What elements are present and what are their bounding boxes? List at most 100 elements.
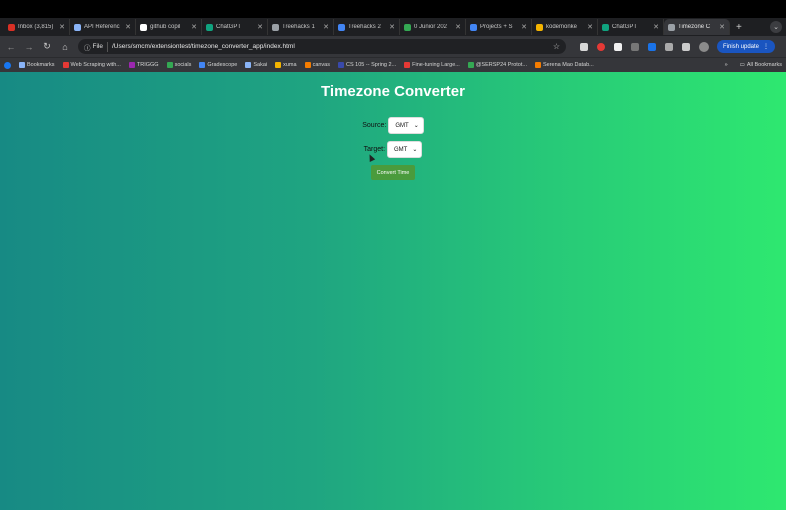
- folder-icon: ▭: [739, 62, 745, 68]
- bookmark-favicon-icon: [338, 62, 344, 68]
- chevron-down-icon: ⌄: [413, 123, 419, 129]
- all-bookmarks-button[interactable]: ▭ All Bookmarks: [740, 62, 782, 68]
- close-icon[interactable]: ✕: [59, 23, 65, 31]
- convert-time-button[interactable]: Convert Time: [371, 165, 415, 180]
- tab-title: Treehacks 2: [348, 24, 381, 30]
- new-tab-button[interactable]: +: [736, 22, 742, 33]
- more-bookmarks-icon[interactable]: »: [725, 62, 728, 68]
- scheme-label: File: [92, 43, 103, 50]
- extension-white-icon[interactable]: [614, 42, 622, 51]
- close-icon[interactable]: ✕: [191, 23, 197, 31]
- bookmark-label: @SERSP24 Protot...: [475, 62, 527, 68]
- bookmark-favicon-icon: [19, 62, 25, 68]
- tab-title: 0 Junior 202: [414, 24, 448, 30]
- chevron-down-icon: ⌄: [412, 147, 418, 153]
- source-row: Source: GMT ⌄: [0, 117, 786, 134]
- bookmark-favicon-icon: [275, 62, 282, 68]
- browser-tab[interactable]: Treehacks 1 ✕: [268, 19, 334, 35]
- bookmark-item[interactable]: Gradescope: [199, 62, 237, 68]
- tab-title: kodemonke: [546, 24, 578, 30]
- browser-tab[interactable]: ChatGPT ✕: [598, 19, 664, 35]
- bookmark-label: Web Scraping with...: [70, 62, 121, 68]
- url-text[interactable]: /Users/smcm/extensiontest/timezone_conve…: [112, 43, 549, 50]
- bookmark-label: xuma: [283, 62, 297, 68]
- bookmark-item[interactable]: Fine-tuning Large...: [404, 62, 460, 68]
- browser-tab[interactable]: kodemonke ✕: [532, 19, 598, 35]
- close-icon[interactable]: ✕: [389, 23, 395, 31]
- bookmark-favicon-icon: [62, 62, 69, 68]
- home-icon[interactable]: ⌂: [60, 42, 70, 52]
- source-value: GMT: [395, 122, 409, 129]
- browser-tab[interactable]: github copil ✕: [136, 19, 202, 35]
- bookmark-label: CS 105 -- Spring 2...: [346, 62, 397, 68]
- browser-tab[interactable]: 0 Junior 202 ✕: [400, 19, 466, 35]
- source-select[interactable]: GMT ⌄: [388, 117, 424, 134]
- browser-tab[interactable]: Inbox (3,815) ✕: [4, 19, 70, 35]
- bookmarks-right-group: » ▭ All Bookmarks: [725, 62, 782, 68]
- bookmark-item[interactable]: TRIGGG: [128, 62, 159, 68]
- reader-icon[interactable]: [580, 42, 588, 51]
- page-content: Timezone Converter Source: GMT ⌄ Target:…: [0, 72, 786, 510]
- bookmark-item[interactable]: socials: [166, 62, 192, 68]
- target-select[interactable]: GMT ⌄: [387, 141, 423, 158]
- target-label: Target:: [363, 146, 386, 153]
- forward-icon[interactable]: →: [24, 42, 34, 52]
- close-icon[interactable]: ✕: [587, 23, 593, 31]
- bookmark-item[interactable]: CS 105 -- Spring 2...: [338, 62, 396, 68]
- bookmark-item[interactable]: @SERSP24 Protot...: [467, 62, 527, 68]
- bookmark-item[interactable]: Sakai: [245, 62, 267, 68]
- tab-favicon-icon: [206, 23, 213, 31]
- browser-tab[interactable]: Timezone C ✕: [664, 19, 730, 35]
- extension-blue-icon[interactable]: [648, 42, 656, 51]
- finish-update-button[interactable]: Finish update ⋮: [717, 40, 776, 53]
- bookmark-favicon-icon: [404, 62, 411, 68]
- bookmark-favicon-icon: [467, 62, 474, 68]
- browser-tab[interactable]: Projects + S ✕: [466, 19, 532, 35]
- browser-tab[interactable]: Treehacks 2 ✕: [334, 19, 400, 35]
- browser-tab[interactable]: API Referenc ✕: [70, 19, 136, 35]
- reload-icon[interactable]: ↻: [42, 41, 52, 52]
- close-icon[interactable]: ✕: [455, 23, 461, 31]
- bookmark-item[interactable]: xuma: [275, 62, 297, 68]
- close-icon[interactable]: ✕: [521, 23, 527, 31]
- address-bar[interactable]: ⓘ File /Users/smcm/extensiontest/timezon…: [78, 39, 566, 54]
- bookmark-item[interactable]: Bookmarks: [19, 62, 55, 68]
- bookmark-label: Bookmarks: [27, 62, 55, 68]
- browser-tab[interactable]: ChatGPT ✕: [202, 19, 268, 35]
- browser-toolbar: ← → ↻ ⌂ ⓘ File /Users/smcm/extensiontest…: [0, 36, 786, 57]
- site-info-chip[interactable]: ⓘ File: [84, 41, 108, 52]
- bookmark-star-icon[interactable]: ☆: [553, 42, 560, 51]
- close-icon[interactable]: ✕: [719, 23, 725, 31]
- bookmark-favicon-icon: [304, 62, 311, 68]
- bookmark-label: Serena Mao Datab...: [542, 62, 594, 68]
- close-icon[interactable]: ✕: [125, 23, 131, 31]
- bookmark-favicon-icon: [128, 62, 135, 68]
- target-row: Target: GMT ⌄: [0, 141, 786, 158]
- tab-title: Treehacks 1: [282, 24, 315, 30]
- bookmark-label: socials: [174, 62, 192, 68]
- bookmark-label: TRIGGG: [136, 62, 159, 68]
- tab-search-button[interactable]: ⌄: [770, 21, 782, 33]
- extension-red-icon[interactable]: [597, 42, 605, 51]
- tab-title: github copil: [150, 24, 181, 30]
- facebook-icon[interactable]: [4, 61, 11, 69]
- info-icon: ⓘ: [84, 44, 91, 52]
- extensions-puzzle-icon[interactable]: [665, 42, 673, 51]
- tab-favicon-icon: [74, 23, 81, 31]
- bookmark-item[interactable]: canvas: [304, 62, 330, 68]
- tab-favicon-icon: [602, 23, 609, 31]
- close-icon[interactable]: ✕: [323, 23, 329, 31]
- tab-title: ChatGPT: [612, 24, 638, 30]
- side-panel-icon[interactable]: [682, 42, 690, 51]
- back-icon[interactable]: ←: [6, 42, 16, 52]
- close-icon[interactable]: ✕: [653, 23, 659, 31]
- tab-title: API Referenc: [84, 24, 120, 30]
- bookmark-item[interactable]: Web Scraping with...: [62, 62, 121, 68]
- bookmark-label: Sakai: [253, 62, 268, 68]
- bookmark-item[interactable]: Serena Mao Datab...: [534, 62, 594, 68]
- profile-avatar[interactable]: [699, 41, 709, 52]
- tab-strip: Inbox (3,815) ✕ API Referenc ✕ github copil ✕…: [0, 18, 786, 36]
- extension-gray-icon[interactable]: [631, 42, 639, 51]
- screen-top-edge: [0, 0, 786, 18]
- close-icon[interactable]: ✕: [257, 23, 263, 31]
